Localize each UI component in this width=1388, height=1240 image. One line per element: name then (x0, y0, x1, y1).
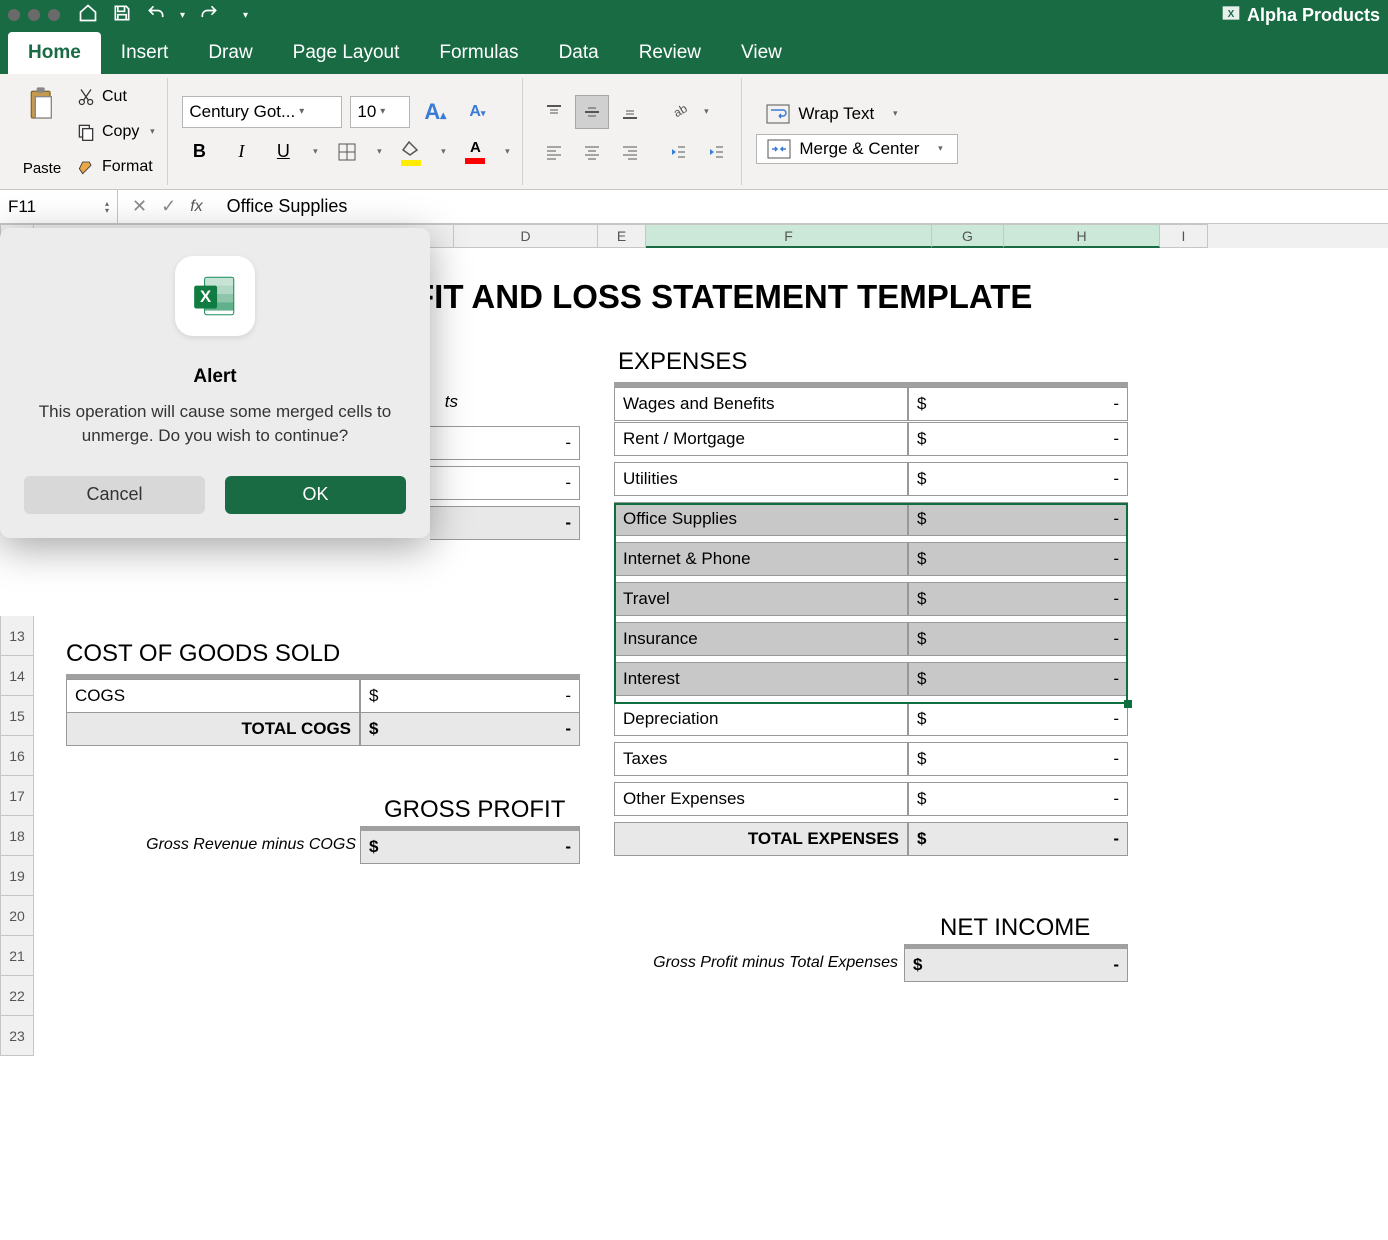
dialog-overlay: X Alert This operation will cause some m… (0, 0, 1388, 1240)
ok-button[interactable]: OK (225, 476, 406, 514)
svg-text:X: X (200, 287, 211, 306)
alert-dialog: X Alert This operation will cause some m… (0, 228, 430, 538)
cancel-button[interactable]: Cancel (24, 476, 205, 514)
dialog-title: Alert (24, 366, 406, 388)
dialog-message: This operation will cause some merged ce… (24, 400, 406, 448)
excel-app-icon: X (175, 256, 255, 336)
